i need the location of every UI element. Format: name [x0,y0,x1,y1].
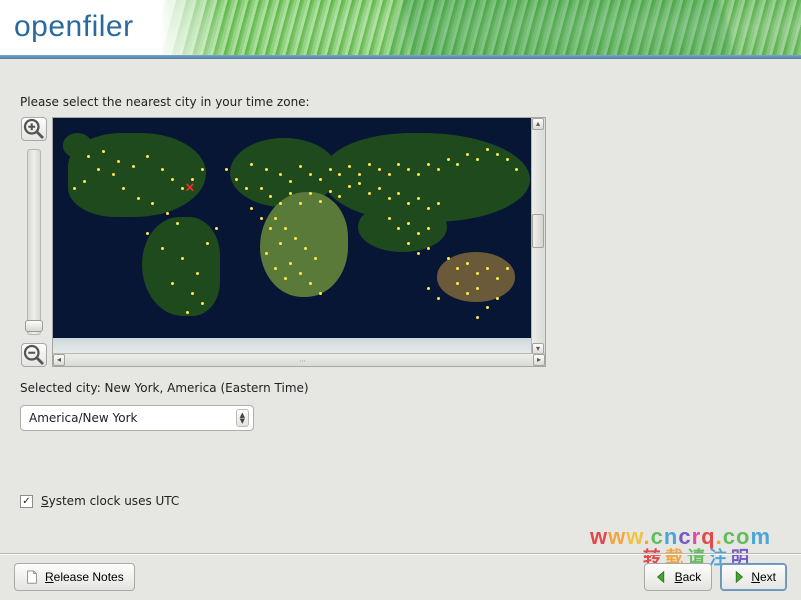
utc-row: ✓ System clock uses UTC [20,494,179,508]
back-label: Back [675,570,702,584]
city-dot[interactable] [388,173,391,176]
city-dot[interactable] [486,267,489,270]
city-dot[interactable] [132,165,135,168]
header-separator [0,55,801,59]
footer: Release Notes Back Next [0,554,801,600]
city-dot[interactable] [427,227,430,230]
city-dot[interactable] [427,163,430,166]
city-dot[interactable] [329,168,332,171]
city-dot[interactable] [112,173,115,176]
city-dot[interactable] [476,158,479,161]
world-map[interactable]: × ▴ ▾ ◂ ⋯ ▸ [52,117,546,367]
selected-city-marker: × [184,180,195,195]
city-dot[interactable] [476,287,479,290]
city-dot[interactable] [358,173,361,176]
city-dot[interactable] [496,153,499,156]
city-dot[interactable] [83,180,86,183]
selected-city-label: Selected city: New York, America (Easter… [20,381,781,395]
city-dot[interactable] [201,302,204,305]
city-dot[interactable] [299,272,302,275]
city-dot[interactable] [265,168,268,171]
timezone-select-value: America/New York [29,411,138,425]
city-dot[interactable] [476,272,479,275]
timezone-select[interactable]: America/New York ▲▼ [20,405,254,431]
release-notes-label: Release Notes [45,570,124,584]
vscroll-thumb[interactable] [532,214,544,248]
zoom-out-icon [22,343,46,367]
city-dot[interactable] [191,292,194,295]
zoom-out-button[interactable] [21,343,47,367]
city-dot[interactable] [466,292,469,295]
city-dot[interactable] [506,267,509,270]
scroll-right-icon[interactable]: ▸ [533,354,545,366]
city-dot[interactable] [378,168,381,171]
timezone-prompt: Please select the nearest city in your t… [20,95,781,109]
city-dot[interactable] [171,282,174,285]
utc-checkbox[interactable]: ✓ [20,495,33,508]
city-dot[interactable] [319,178,322,181]
city-dot[interactable] [304,247,307,250]
city-dot[interactable] [206,242,209,245]
arrow-right-icon [731,570,745,584]
city-dot[interactable] [250,163,253,166]
map-area: × ▴ ▾ ◂ ⋯ ▸ [20,117,781,367]
map-canvas: × [53,118,545,366]
city-dot[interactable] [284,277,287,280]
city-dot[interactable] [427,287,430,290]
scroll-left-icon[interactable]: ◂ [53,354,65,366]
document-icon [25,570,39,584]
city-dot[interactable] [486,148,489,151]
city-dot[interactable] [437,168,440,171]
city-dot[interactable] [496,277,499,280]
map-vscrollbar[interactable]: ▴ ▾ [531,118,545,355]
city-dot[interactable] [329,190,332,193]
main-content: Please select the nearest city in your t… [20,95,781,431]
city-dot[interactable] [235,178,238,181]
arrow-left-icon [655,570,669,584]
city-dot[interactable] [309,173,312,176]
city-dot[interactable] [260,217,263,220]
city-dot[interactable] [417,173,420,176]
city-dot[interactable] [201,168,204,171]
city-dot[interactable] [171,178,174,181]
city-dot[interactable] [388,217,391,220]
release-notes-button[interactable]: Release Notes [14,563,135,591]
city-dot[interactable] [225,168,228,171]
city-dot[interactable] [289,262,292,265]
back-button[interactable]: Back [644,563,713,591]
next-label: Next [751,570,776,584]
city-dot[interactable] [506,158,509,161]
next-button[interactable]: Next [720,563,787,591]
city-dot[interactable] [314,257,317,260]
select-spinner-icon: ▲▼ [236,409,249,427]
city-dot[interactable] [417,252,420,255]
city-dot[interactable] [97,168,100,171]
zoom-in-icon [22,117,46,141]
brand-logo: openfiler [14,10,134,44]
city-dot[interactable] [319,292,322,295]
city-dot[interactable] [368,163,371,166]
map-hscrollbar[interactable]: ◂ ⋯ ▸ [53,353,545,366]
city-dot[interactable] [265,252,268,255]
utc-label: System clock uses UTC [41,494,179,508]
city-dot[interactable] [447,257,450,260]
watermark-url: www.cncrq.com [590,524,771,550]
city-dot[interactable] [427,247,430,250]
zoom-in-button[interactable] [21,117,47,141]
zoom-slider[interactable] [27,149,41,335]
city-dot[interactable] [161,168,164,171]
city-dot[interactable] [279,173,282,176]
zoom-controls [20,117,48,367]
city-dot[interactable] [447,158,450,161]
scroll-up-icon[interactable]: ▴ [532,118,544,130]
header-banner: openfiler [0,0,801,55]
zoom-slider-thumb[interactable] [25,320,43,332]
city-dot[interactable] [196,272,199,275]
city-dot[interactable] [181,257,184,260]
city-dot[interactable] [407,168,410,171]
city-dot[interactable] [309,282,312,285]
city-dot[interactable] [437,297,440,300]
city-dot[interactable] [496,297,499,300]
city-dot[interactable] [319,200,322,203]
